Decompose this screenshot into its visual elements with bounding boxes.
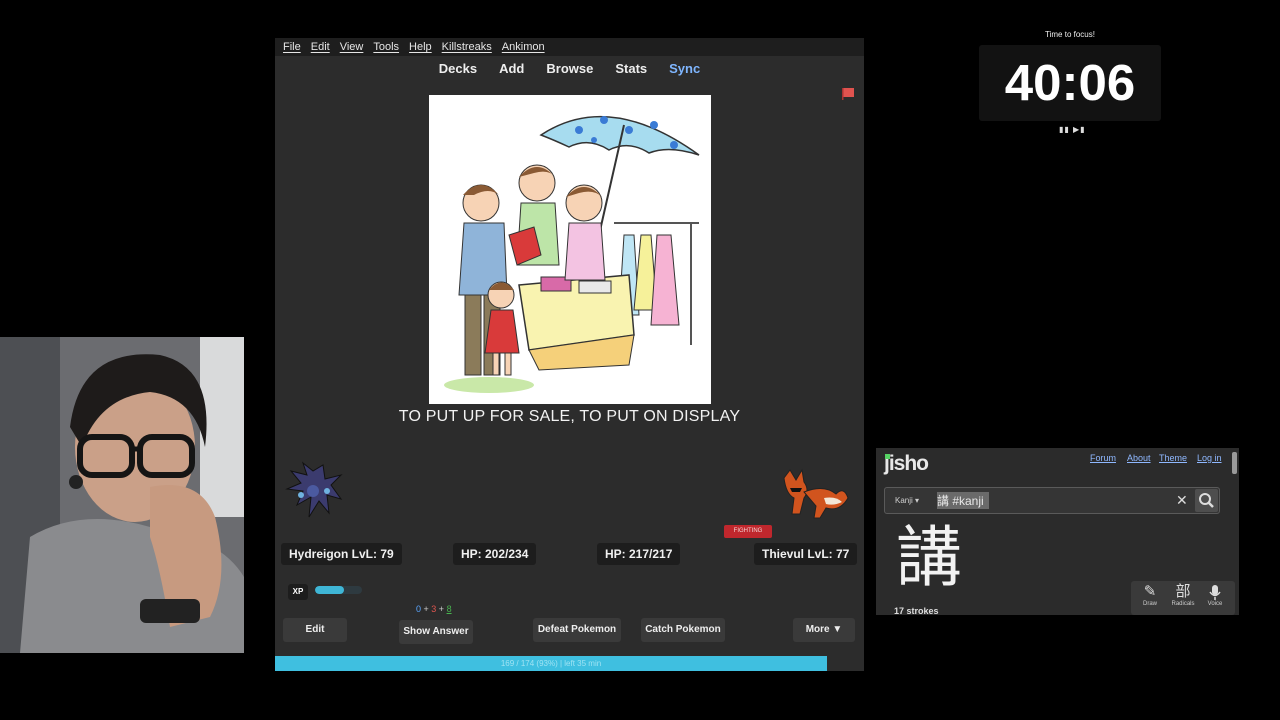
- nav-about[interactable]: About: [1127, 453, 1151, 463]
- toolbar-add[interactable]: Add: [499, 61, 524, 76]
- card-illustration: [429, 95, 711, 404]
- radicals-icon: 部: [1175, 583, 1191, 600]
- progress-bar: 169 / 174 (93%) | left 35 min: [275, 656, 827, 671]
- voice-tool[interactable]: Voice: [1199, 583, 1231, 607]
- timer-caption: Time to focus!: [1045, 30, 1095, 39]
- due-counts: 0 + 3 + 8: [416, 604, 452, 614]
- jisho-logo-text: jisho: [884, 452, 929, 475]
- clear-icon[interactable]: ✕: [1176, 488, 1188, 513]
- toolbar-sync[interactable]: Sync: [669, 61, 700, 76]
- webcam-feed: [0, 337, 244, 653]
- menu-bar: File Edit View Tools Help Killstreaks An…: [275, 38, 864, 56]
- edit-button[interactable]: Edit: [283, 618, 347, 642]
- nav-login[interactable]: Log in: [1197, 453, 1222, 463]
- defeat-pokemon-button[interactable]: Defeat Pokemon: [533, 618, 621, 642]
- xp-label: XP: [288, 584, 308, 600]
- menu-file[interactable]: File: [283, 41, 301, 53]
- more-button[interactable]: More ▼: [793, 618, 855, 642]
- pencil-icon: ✎: [1143, 583, 1157, 600]
- search-bar: Kanji ▾ ✕: [884, 487, 1220, 514]
- menu-tools[interactable]: Tools: [373, 41, 399, 53]
- draw-label: Draw: [1142, 601, 1157, 607]
- kanji-character: 講: [896, 519, 962, 596]
- flag-icon[interactable]: [841, 88, 855, 100]
- nav-forum[interactable]: Forum: [1090, 453, 1116, 463]
- menu-killstreaks[interactable]: Killstreaks: [442, 41, 492, 53]
- toolbar-decks[interactable]: Decks: [439, 61, 477, 76]
- stroke-count: 17 strokes: [894, 606, 939, 615]
- search-icon: [1199, 493, 1214, 508]
- radicals-label: Radicals: [1171, 601, 1195, 607]
- radicals-tool[interactable]: 部 Radicals: [1167, 583, 1199, 607]
- jisho-logo-dot: [885, 454, 890, 459]
- player-hp: HP: 202/234: [453, 543, 537, 565]
- menu-edit[interactable]: Edit: [311, 41, 330, 53]
- count-separator: +: [436, 604, 447, 614]
- review-count: 8: [446, 604, 452, 614]
- timer-pause-skip-controls[interactable]: ▮▮ ▶▮: [1059, 125, 1086, 134]
- toolbar-browse[interactable]: Browse: [546, 61, 593, 76]
- nav-theme[interactable]: Theme: [1159, 453, 1187, 463]
- search-button[interactable]: [1195, 489, 1218, 512]
- main-toolbar: Decks Add Browse Stats Sync: [275, 57, 864, 79]
- scrollbar[interactable]: [1232, 452, 1237, 474]
- jisho-panel: jisho Forum About Theme Log in Kanji ▾ ✕…: [876, 448, 1239, 615]
- enemy-name-level: Thievul LvL: 77: [754, 543, 858, 565]
- xp-bar-fill: [315, 586, 345, 594]
- focus-timer: 40:06: [979, 45, 1161, 121]
- voice-label: Voice: [1207, 601, 1223, 607]
- xp-bar: [315, 586, 362, 594]
- menu-help[interactable]: Help: [409, 41, 432, 53]
- jisho-logo[interactable]: jisho: [884, 452, 929, 476]
- input-tools: ✎ Draw 部 Radicals Voice: [1131, 581, 1235, 615]
- player-name-level: Hydreigon LvL: 79: [281, 543, 402, 565]
- microphone-icon: [1209, 585, 1221, 600]
- hydreigon-sprite: [285, 461, 343, 518]
- anki-window: File Edit View Tools Help Killstreaks An…: [275, 38, 864, 671]
- thievul-sprite: [783, 468, 849, 519]
- search-input[interactable]: [937, 492, 1157, 509]
- timer-value: 40:06: [1004, 54, 1136, 111]
- search-type-dropdown[interactable]: Kanji ▾: [895, 488, 919, 513]
- count-separator: +: [421, 604, 432, 614]
- enemy-hp: HP: 217/217: [597, 543, 681, 565]
- menu-view[interactable]: View: [340, 41, 364, 53]
- menu-ankimon[interactable]: Ankimon: [502, 41, 545, 53]
- toolbar-stats[interactable]: Stats: [615, 61, 647, 76]
- enemy-type-badge: FIGHTING: [724, 525, 772, 538]
- show-answer-button[interactable]: Show Answer: [399, 620, 473, 644]
- catch-pokemon-button[interactable]: Catch Pokemon: [641, 618, 725, 642]
- draw-tool[interactable]: ✎ Draw: [1134, 583, 1166, 607]
- card-answer-text: TO PUT UP FOR SALE, TO PUT ON DISPLAY: [398, 408, 741, 425]
